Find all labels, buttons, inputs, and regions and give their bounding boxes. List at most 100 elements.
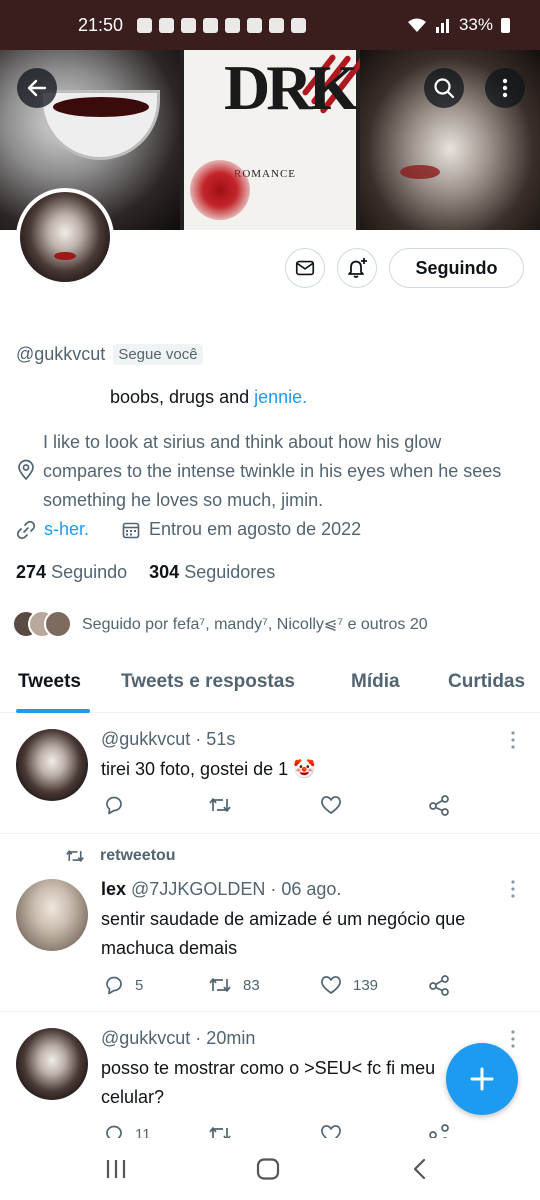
profile-meta: s-her. Entrou em agosto de 2022	[16, 519, 361, 540]
reply-button[interactable]: 11	[103, 1123, 151, 1138]
notification-icon	[225, 17, 241, 33]
status-time: 21:50	[78, 14, 124, 35]
home-icon[interactable]	[256, 1158, 280, 1180]
tweet-header: lex @7JJKGOLDEN · 06 ago.	[101, 879, 341, 900]
more-icon	[502, 78, 508, 98]
wifi-icon	[407, 18, 426, 32]
calendar-icon	[122, 522, 140, 538]
like-button[interactable]	[319, 794, 343, 816]
notification-icon	[247, 17, 263, 33]
retweet-icon	[209, 1127, 231, 1138]
follows-you-badge: Segue você	[113, 344, 203, 365]
retweet-button[interactable]	[207, 794, 233, 816]
notification-icon	[269, 17, 285, 33]
tweet-actions: 11	[101, 1123, 521, 1138]
retweet-button[interactable]: 83	[207, 974, 260, 996]
like-icon	[321, 976, 341, 994]
banner-title: DRK	[224, 52, 358, 123]
profile-handle: @gukkvcut	[16, 344, 106, 364]
notify-button[interactable]	[337, 248, 377, 288]
mail-icon	[295, 260, 315, 276]
retweet-icon	[209, 978, 231, 992]
tab-likes[interactable]: Curtidas	[448, 660, 525, 693]
profile-avatar[interactable]	[16, 188, 114, 286]
link-icon	[16, 520, 36, 539]
back-button[interactable]	[17, 68, 57, 108]
like-button[interactable]	[319, 1123, 343, 1138]
more-icon[interactable]	[506, 730, 520, 750]
avatar[interactable]	[16, 729, 88, 801]
share-button[interactable]	[427, 1123, 451, 1138]
profile-url[interactable]: s-her.	[44, 519, 89, 540]
more-icon[interactable]	[506, 879, 520, 899]
retweet-label: retweetou	[100, 847, 176, 864]
like-icon	[321, 796, 341, 814]
notification-icon	[291, 17, 307, 33]
retweet-icon	[209, 798, 231, 812]
notification-icon	[137, 17, 153, 33]
share-icon	[429, 975, 449, 996]
share-icon	[429, 795, 449, 816]
followers-label: Seguidores	[184, 562, 276, 582]
back-icon[interactable]	[408, 1158, 432, 1180]
bell-plus-icon	[348, 258, 367, 278]
reply-count: 11	[135, 1125, 151, 1139]
following-label: Seguindo	[51, 562, 128, 582]
compose-icon	[470, 1067, 494, 1091]
reply-button[interactable]	[103, 794, 125, 816]
tweet-text: posso te mostrar como o >SEU< fc fi meu …	[101, 1058, 436, 1107]
tweet[interactable]: @gukkvcut · 51s tirei 30 foto, gostei de…	[0, 714, 540, 834]
search-button[interactable]	[424, 68, 464, 108]
like-icon	[321, 1125, 341, 1138]
more-options-button[interactable]	[485, 68, 525, 108]
status-bar: 21:50 33%	[0, 0, 540, 50]
signal-icon	[435, 19, 449, 33]
notification-icon	[181, 17, 197, 33]
reply-icon	[106, 976, 122, 995]
bio-line: boobs, drugs and jennie.	[110, 387, 307, 408]
followed-by-row[interactable]: Seguido por fefa⁷, mandy⁷, Nicolly⩿⁷ e o…	[12, 610, 428, 638]
reply-button[interactable]: 5	[103, 974, 143, 996]
retweet-button[interactable]	[207, 1123, 233, 1138]
avatar[interactable]	[16, 879, 88, 951]
share-icon	[429, 1124, 449, 1138]
recent-apps-icon[interactable]	[104, 1158, 128, 1180]
follow-counts: 274 Seguindo 304 Seguidores	[16, 562, 275, 583]
reply-icon	[106, 796, 122, 815]
tweet-actions	[101, 794, 521, 820]
handle-row: @gukkvcut Segue você	[16, 344, 203, 365]
tweet-author-name: lex	[101, 879, 127, 899]
following-button[interactable]: Seguindo	[389, 248, 524, 288]
notification-icon	[159, 17, 175, 33]
notification-icons	[137, 17, 307, 33]
following-count: 274	[16, 562, 47, 582]
location-icon	[18, 459, 34, 481]
share-button[interactable]	[427, 794, 451, 816]
tab-media[interactable]: Mídia	[351, 660, 400, 693]
tweet[interactable]: retweetou lex @7JJKGOLDEN · 06 ago. sent…	[0, 835, 540, 1012]
like-count: 139	[353, 976, 379, 994]
compose-tweet-button[interactable]	[446, 1043, 518, 1115]
avatar[interactable]	[16, 1028, 88, 1100]
tweet-text: tirei 30 foto, gostei de 1 🤡	[101, 759, 316, 779]
profile-location: I like to look at sirius and think about…	[43, 432, 502, 510]
bio-text: boobs, drugs and	[110, 387, 255, 407]
following-count-link[interactable]: 274 Seguindo	[16, 562, 127, 583]
message-button[interactable]	[285, 248, 325, 288]
tab-tweets[interactable]: Tweets	[18, 660, 81, 693]
share-button[interactable]	[427, 974, 451, 996]
retweet-icon	[66, 850, 84, 862]
followers-count: 304	[149, 562, 180, 582]
search-icon	[434, 78, 455, 99]
more-icon[interactable]	[506, 1029, 520, 1049]
reply-count: 5	[135, 976, 144, 994]
bio-link[interactable]: jennie.	[254, 387, 307, 407]
tweet-handle-time: @7JJKGOLDEN · 06 ago.	[126, 879, 342, 899]
followers-count-link[interactable]: 304 Seguidores	[149, 562, 275, 583]
tab-tweets-replies[interactable]: Tweets e respostas	[121, 660, 295, 693]
notification-icon	[203, 17, 219, 33]
reply-icon	[106, 1125, 122, 1138]
banner-photo-book: DRK ROMANCE	[180, 50, 367, 230]
like-button[interactable]: 139	[319, 974, 378, 996]
tweet-actions: 5 83 139	[101, 974, 521, 1000]
